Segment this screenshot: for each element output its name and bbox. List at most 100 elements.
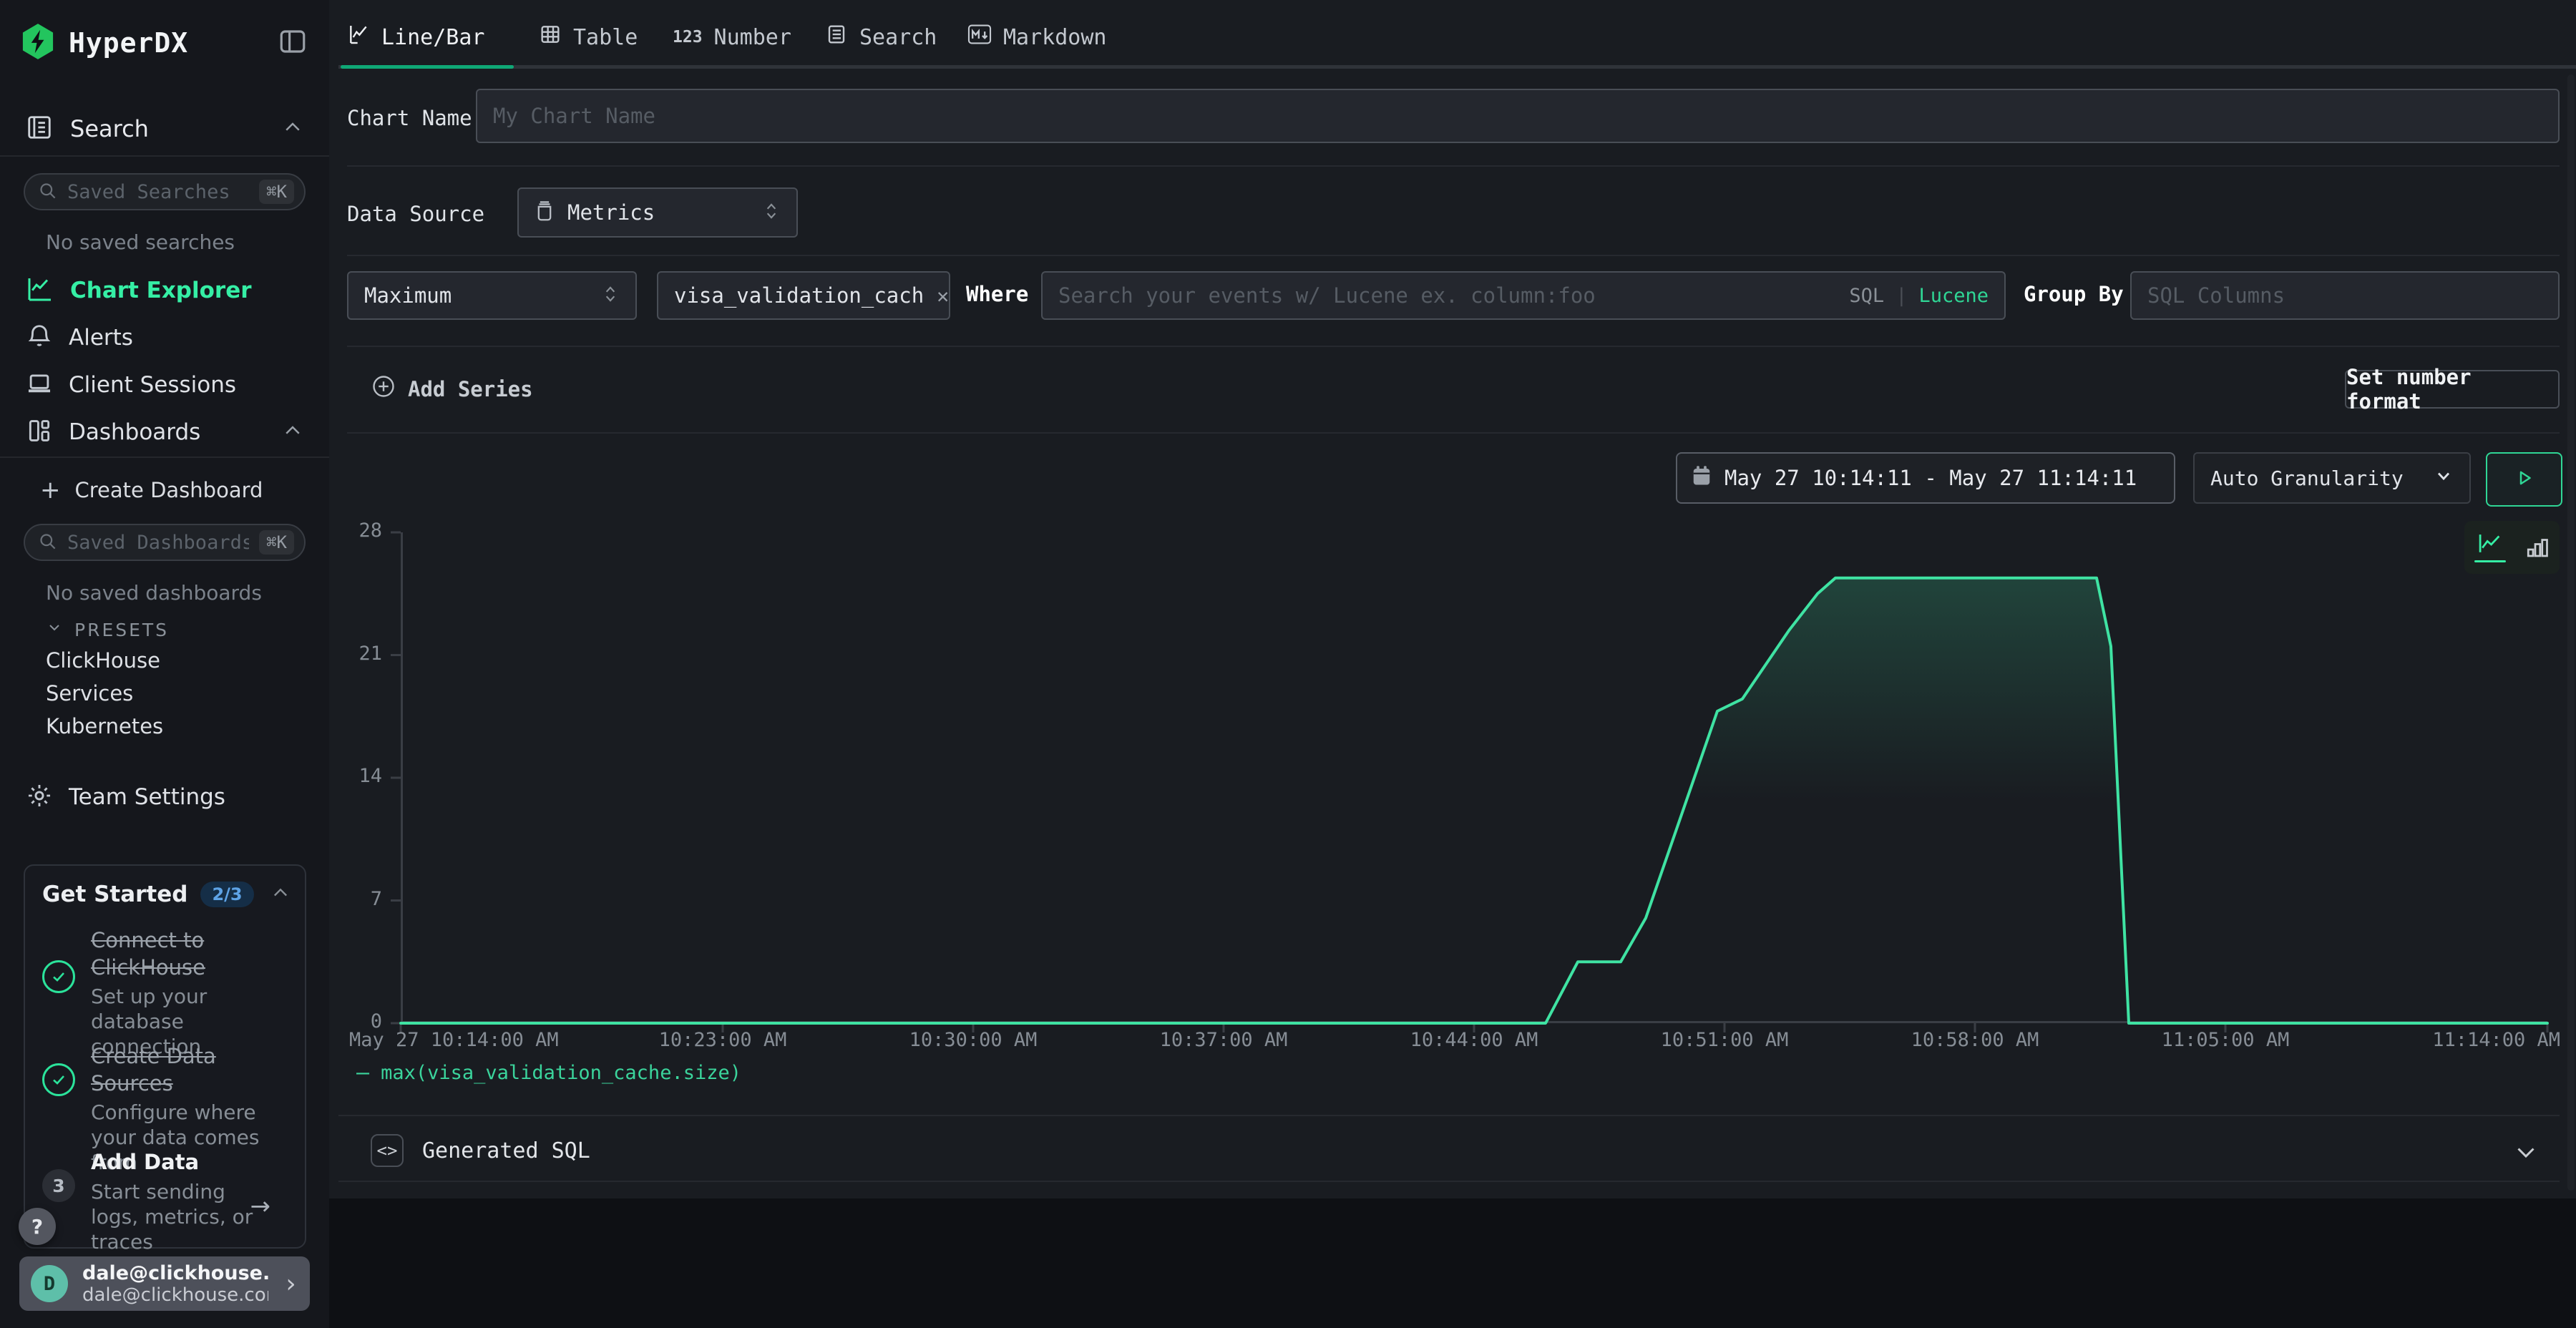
y-tick-label: 7 [286, 888, 382, 910]
code-icon: <> [371, 1134, 404, 1167]
lucene-mode-toggle[interactable]: Lucene [1918, 285, 1989, 307]
where-search-input[interactable]: Search your events w/ Lucene ex. column:… [1041, 271, 2006, 320]
help-button[interactable]: ? [19, 1208, 56, 1245]
group-by-input[interactable]: SQL Columns [2130, 271, 2560, 320]
line-chart-icon [347, 23, 370, 52]
timeseries-chart[interactable]: 07142128 [401, 532, 2547, 1023]
get-started-header[interactable]: Get Started 2/3 [42, 882, 291, 907]
sidebar-item-alerts[interactable]: Alerts [0, 318, 329, 358]
run-query-button[interactable] [2486, 452, 2562, 507]
saved-dashboards-input[interactable]: Saved Dashboards ⌘K [24, 524, 306, 561]
saved-searches-input[interactable]: Saved Searches ⌘K [24, 173, 306, 210]
date-range-input[interactable]: May 27 10:14:11 - May 27 11:14:11 [1676, 452, 2175, 504]
x-tick-label: 11:14:00 AM [2432, 1029, 2560, 1051]
x-tick-label: 10:58:00 AM [1911, 1029, 2039, 1051]
page-background-lower [329, 1198, 2576, 1328]
table-icon [539, 23, 562, 52]
chart-name-label: Chart Name [347, 106, 472, 130]
generated-sql-header[interactable]: <> Generated SQL [371, 1132, 590, 1169]
close-icon[interactable]: ✕ [937, 284, 949, 308]
sidebar-item-client-sessions[interactable]: Client Sessions [0, 365, 329, 405]
where-label: Where [966, 282, 1028, 306]
presets-toggle[interactable]: PRESETS [46, 615, 169, 644]
main-content: Line/Bar Table 123 Number Search Markdow… [329, 0, 2576, 1198]
markdown-icon [967, 24, 992, 51]
search-icon [38, 532, 57, 554]
chevron-up-icon [282, 117, 303, 141]
mode-separator: | [1896, 285, 1907, 307]
x-tick-label: 10:23:00 AM [659, 1029, 787, 1051]
check-circle-icon [42, 1063, 75, 1096]
select-updown-icon [762, 200, 781, 225]
aggregation-select[interactable]: Maximum [347, 271, 637, 320]
create-dashboard-button[interactable]: + Create Dashboard [40, 474, 263, 507]
set-number-format-button[interactable]: Set number format [2345, 370, 2560, 409]
chart-name-input[interactable]: My Chart Name [476, 89, 2560, 143]
sidebar-section-dashboards[interactable]: Dashboards [0, 412, 329, 452]
legend-series-name: max(visa_validation_cache.size) [381, 1062, 741, 1084]
laptop-icon [26, 370, 53, 400]
tab-active-indicator [341, 65, 514, 69]
series-line [401, 578, 2547, 1023]
play-icon [2514, 467, 2535, 492]
tab-markdown[interactable]: Markdown [967, 20, 1107, 54]
tab-number[interactable]: 123 Number [673, 20, 791, 54]
tab-track [338, 65, 2576, 69]
no-saved-dashboards-text: No saved dashboards [46, 581, 262, 605]
sql-mode-toggle[interactable]: SQL [1849, 285, 1884, 307]
chevron-up-icon [282, 420, 303, 444]
row-divider [347, 346, 2560, 347]
chart-legend[interactable]: — max(visa_validation_cache.size) [356, 1060, 741, 1085]
metric-field-tag[interactable]: visa_validation_cach ✕ [657, 271, 950, 320]
preset-services[interactable]: Services [46, 681, 133, 706]
tab-table[interactable]: Table [539, 20, 638, 54]
x-tick-label: 10:44:00 AM [1410, 1029, 1538, 1051]
shortcut-badge: ⌘K [259, 180, 294, 204]
preset-clickhouse[interactable]: ClickHouse [46, 648, 160, 673]
row-divider [347, 432, 2560, 434]
y-tick-label: 21 [286, 643, 382, 665]
no-saved-searches-text: No saved searches [46, 230, 235, 254]
tab-line-bar[interactable]: Line/Bar [347, 20, 485, 54]
sidebar-item-chart-explorer[interactable]: Chart Explorer [0, 270, 329, 311]
x-tick-label: May 27 10:14:00 AM [349, 1029, 559, 1051]
chevron-right-icon: › [283, 1269, 298, 1299]
user-email: dale@clickhouse.com [82, 1262, 268, 1284]
check-circle-icon [42, 960, 75, 993]
section-divider [338, 1115, 2560, 1116]
granularity-select[interactable]: Auto Granularity [2193, 452, 2471, 504]
sidebar-divider [0, 456, 329, 458]
chevron-down-icon[interactable] [2513, 1139, 2539, 1168]
scrollbar[interactable] [2567, 74, 2575, 1191]
hyperdx-logo-icon [21, 24, 54, 62]
data-source-select[interactable]: Metrics [517, 187, 798, 238]
y-tick-label: 28 [286, 519, 382, 542]
tab-search[interactable]: Search [825, 20, 937, 54]
add-series-button[interactable]: Add Series [371, 374, 533, 404]
plus-icon: + [40, 478, 61, 502]
x-tick-label: 10:51:00 AM [1661, 1029, 1789, 1051]
arrow-right-icon: → [250, 1192, 271, 1221]
row-divider [347, 255, 2560, 256]
step-number-badge: 3 [42, 1169, 75, 1202]
avatar: D [31, 1265, 68, 1302]
get-started-step-connect[interactable]: Connect to ClickHouse Set up your databa… [42, 927, 291, 1059]
sidebar-item-team-settings[interactable]: Team Settings [0, 777, 329, 817]
sidebar: HyperDX Search Saved Searches ⌘K No save… [0, 0, 331, 1328]
y-tick-label: 14 [286, 765, 382, 787]
get-started-step-add-data[interactable]: 3 Add Data Start sending logs, metrics, … [42, 1149, 291, 1254]
series-area [401, 578, 2547, 1023]
user-subtext: dale@clickhouse.com's [82, 1284, 268, 1306]
bell-icon [26, 323, 53, 353]
sidebar-section-search[interactable]: Search [0, 107, 329, 150]
database-icon [535, 200, 555, 225]
group-by-label: Group By [2024, 282, 2124, 306]
search-icon [38, 181, 57, 203]
number-123-icon: 123 [673, 28, 703, 47]
chevron-down-icon [2434, 466, 2454, 491]
user-menu[interactable]: D dale@clickhouse.com dale@clickhouse.co… [19, 1256, 310, 1311]
section-divider [338, 1181, 2560, 1182]
preset-kubernetes[interactable]: Kubernetes [46, 714, 163, 738]
data-source-label: Data Source [347, 202, 484, 226]
sidebar-collapse-icon[interactable] [278, 26, 308, 59]
